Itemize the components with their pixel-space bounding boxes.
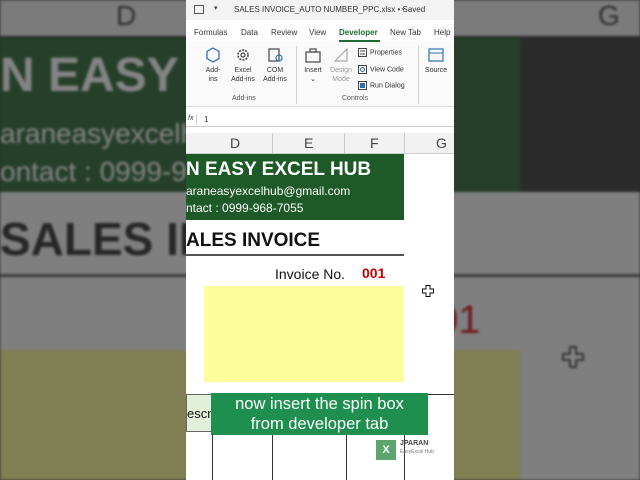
bg-col-letter: D xyxy=(116,0,137,31)
tab-data[interactable]: Data xyxy=(241,28,258,37)
title-bar: ▾ SALES INVOICE_AUTO NUMBER_PPC.xlsx • S… xyxy=(186,0,454,20)
window-icon[interactable] xyxy=(194,5,204,14)
invoice-number-cell[interactable]: 001 xyxy=(362,265,385,281)
fx-icon[interactable]: fx xyxy=(188,115,193,122)
company-email: araneasyexcelhub@gmail.com xyxy=(186,184,351,198)
chevron-down-icon[interactable]: ⌄ xyxy=(400,3,407,12)
excel-logo-icon: X xyxy=(376,440,396,460)
video-caption: now insert the spin box from developer t… xyxy=(211,393,428,435)
insert-controls-button[interactable]: Insert ⌄ xyxy=(300,46,326,84)
ribbon-tabs: Formulas Data Review View Developer New … xyxy=(186,24,454,42)
column-header-e[interactable]: E xyxy=(304,135,313,151)
controls-group-label: Controls xyxy=(342,95,369,102)
sales-invoice-title: ALES INVOICE xyxy=(186,230,321,251)
file-name: SALES INVOICE_AUTO NUMBER_PPC.xlsx xyxy=(234,5,396,14)
company-banner: N EASY EXCEL HUB araneasyexcelhub@gmail.… xyxy=(186,154,404,220)
column-header-d[interactable]: D xyxy=(230,135,240,151)
view-code-button[interactable]: View Code xyxy=(358,65,404,74)
formula-bar: fx 1 xyxy=(186,112,454,127)
run-dialog-icon xyxy=(358,81,367,90)
design-mode-button[interactable]: Design Mode xyxy=(328,46,354,84)
properties-button[interactable]: Properties xyxy=(358,48,402,57)
company-contact: ntact : 0999-968-7055 xyxy=(186,201,304,215)
logo-subtitle: EasyExcel Hub xyxy=(400,449,434,455)
title-divider xyxy=(186,254,404,256)
tab-view[interactable]: View xyxy=(309,28,326,37)
add-ins-group-label: Add-ins xyxy=(232,95,256,102)
group-divider xyxy=(296,46,297,104)
caption-line-1: now insert the spin box xyxy=(235,395,404,413)
formula-input[interactable]: 1 xyxy=(204,115,208,124)
company-name: N EASY EXCEL HUB xyxy=(186,159,372,180)
tab-review[interactable]: Review xyxy=(271,28,297,37)
com-add-ins-icon xyxy=(268,48,283,62)
plus-cursor-icon xyxy=(422,284,434,297)
add-ins-icon xyxy=(206,47,220,63)
ribbon: Add- ins Excel Add-ins COM Add-ins Add-i… xyxy=(186,42,454,107)
tab-help[interactable]: Help xyxy=(434,28,450,37)
bg-plus-cursor-icon xyxy=(562,346,584,368)
logo-name: JPARAN xyxy=(400,440,429,447)
chevron-down-icon: ⌄ xyxy=(310,76,316,83)
channel-logo: X JPARAN EasyExcel Hub xyxy=(376,438,456,462)
properties-icon xyxy=(358,48,367,57)
run-dialog-button[interactable]: Run Dialog xyxy=(358,81,405,90)
tab-formulas[interactable]: Formulas xyxy=(194,28,227,37)
toolbox-icon xyxy=(305,48,321,63)
invoice-number-label: Invoice No. xyxy=(275,266,346,282)
bg-col-letter: G xyxy=(598,0,620,31)
quick-access-dropdown-icon[interactable]: ▾ xyxy=(214,4,218,12)
source-button[interactable]: Source xyxy=(422,46,450,75)
view-code-icon xyxy=(358,65,367,74)
add-ins-button[interactable]: Add- ins xyxy=(200,46,226,84)
caption-line-2: from developer tab xyxy=(250,415,389,433)
design-mode-icon xyxy=(333,47,348,62)
customer-info-area[interactable] xyxy=(204,286,404,382)
description-header-cell[interactable]: escri xyxy=(186,394,212,432)
column-headers: D E F G xyxy=(186,133,454,154)
column-header-g[interactable]: G xyxy=(436,135,447,151)
xml-source-icon xyxy=(428,48,444,62)
column-header-f[interactable]: F xyxy=(370,135,379,151)
gear-icon xyxy=(237,49,249,61)
com-add-ins-button[interactable]: COM Add-ins xyxy=(260,46,290,84)
excel-add-ins-button[interactable]: Excel Add-ins xyxy=(230,46,256,84)
tab-new-tab[interactable]: New Tab xyxy=(390,28,421,37)
group-divider xyxy=(418,46,419,104)
tab-developer[interactable]: Developer xyxy=(339,28,378,37)
